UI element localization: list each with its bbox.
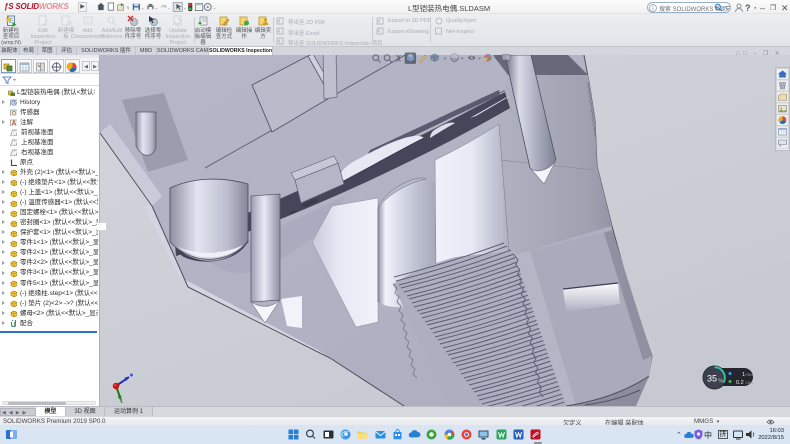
svg-text:%: % [719,379,724,385]
svg-text:35: 35 [707,374,717,384]
svg-text:KB/s: KB/s [746,373,754,377]
svg-text:KB/s: KB/s [746,381,754,385]
svg-text:0.2: 0.2 [736,380,744,386]
